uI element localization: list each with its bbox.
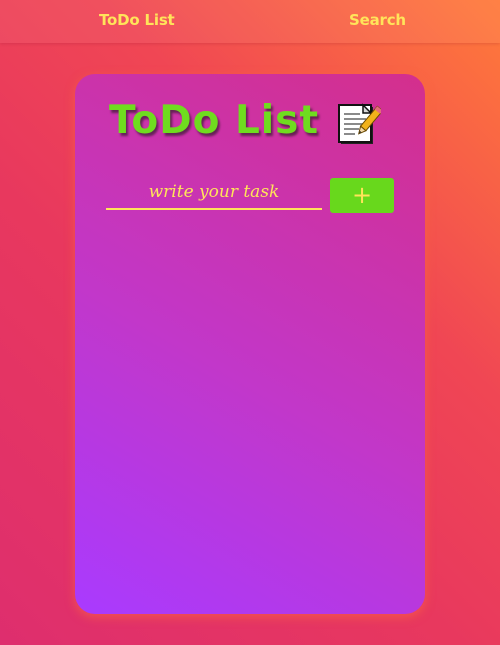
nav-link-search[interactable]: Search [349,11,406,29]
nav-link-todo-list[interactable]: ToDo List [99,11,175,29]
add-task-button[interactable]: + [330,178,394,213]
todo-card: ToDo List + [75,74,425,614]
card-title: ToDo List [109,98,320,143]
task-input[interactable] [106,176,322,210]
notepad-pencil-icon [338,103,381,144]
top-navigation-bar: ToDo List Search [0,0,500,43]
